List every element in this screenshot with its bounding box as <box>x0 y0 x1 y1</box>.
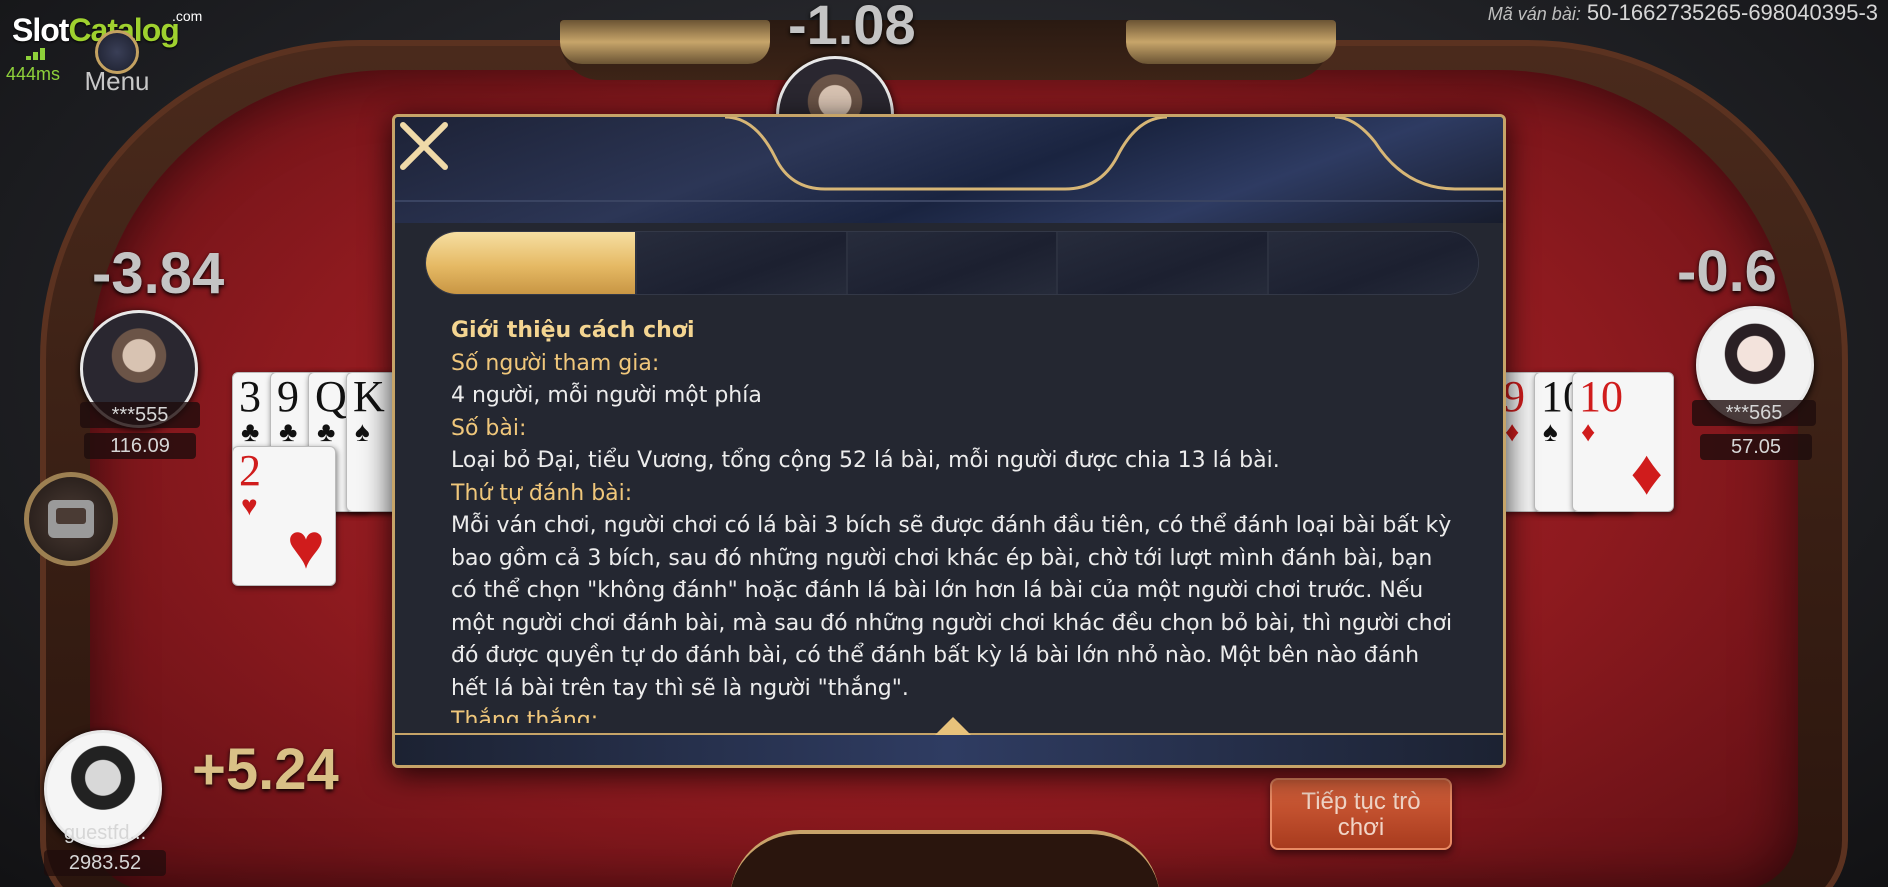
continue-label-line1: Tiếp tục trò <box>1301 788 1421 815</box>
round-id: Mã ván bài: 50-1662735265-698040395-3 <box>1488 0 1878 26</box>
player-top-score: -1.08 <box>788 0 916 56</box>
tab-5[interactable] <box>1269 232 1478 294</box>
player-left-balance: 116.09 <box>84 433 196 459</box>
card-rank: K <box>353 372 385 421</box>
close-icon[interactable] <box>395 117 453 175</box>
card-rank: 9 <box>277 372 299 421</box>
rules-modal: Giới thiệu cách chơi Số người tham gia: … <box>392 114 1506 768</box>
tab-3[interactable] <box>847 232 1059 294</box>
continue-label-line2: chơi <box>1337 814 1385 841</box>
card-suit-large: ♦ <box>1630 437 1663 508</box>
card-suit: ♣ <box>279 417 298 448</box>
card: 2 ♥ ♥ <box>232 446 336 586</box>
section-body-cards: Loại bỏ Đại, tiểu Vương, tổng cộng 52 lá… <box>451 448 1280 473</box>
player-right-name: ***565 <box>1692 400 1816 426</box>
section-heading-order: Thứ tự đánh bài: <box>451 480 633 506</box>
modal-header <box>395 117 1503 223</box>
table-bottom-ornament <box>730 830 1160 887</box>
card-suit: ♠ <box>355 417 370 448</box>
rules-text-scroll-area[interactable]: Giới thiệu cách chơi Số người tham gia: … <box>451 315 1461 723</box>
section-heading-players: Số người tham gia: <box>451 350 660 376</box>
card-suit: ♥ <box>241 491 258 522</box>
modal-tabs <box>425 231 1479 295</box>
section-body-order: Mỗi ván chơi, người chơi có lá bài 3 bíc… <box>451 513 1453 701</box>
player-me-score: +5.24 <box>192 737 339 802</box>
tab-4[interactable] <box>1058 232 1270 294</box>
tab-1[interactable] <box>426 232 637 294</box>
rules-title: Giới thiệu cách chơi <box>451 318 695 343</box>
ping-latency: 444ms <box>6 64 61 84</box>
card-rank: 3 <box>239 372 261 421</box>
card-suit: ♠ <box>1543 417 1558 448</box>
card-suit: ♦ <box>1505 417 1520 448</box>
brand-name-part1: Slot <box>12 12 69 48</box>
robot-icon <box>48 500 94 538</box>
brand-suffix: .com <box>172 8 203 24</box>
card-rank: 2 <box>239 446 261 495</box>
player-me-name: guestfd... <box>63 822 147 844</box>
gold-bracket-left <box>560 20 770 64</box>
auto-play-button[interactable] <box>24 472 118 566</box>
gold-bracket-right <box>1126 20 1336 64</box>
tab-2[interactable] <box>636 232 848 294</box>
modal-footer <box>395 717 1503 765</box>
card-suit-large: ♥ <box>287 511 325 582</box>
card: 10 ♦ ♦ <box>1572 372 1674 512</box>
card-rank: 10 <box>1579 372 1623 421</box>
card-rank: 9 <box>1503 372 1525 421</box>
section-body-players: 4 người, mỗi người một phía <box>451 383 762 408</box>
scroll-up-arrow-icon[interactable] <box>935 717 971 735</box>
card-suit: ♦ <box>1581 417 1596 448</box>
player-right-score: -0.6 <box>1677 239 1777 304</box>
card-suit: ♣ <box>241 417 260 448</box>
round-id-value: 50-1662735265-698040395-3 <box>1586 0 1878 25</box>
card-rank: Q <box>315 372 347 421</box>
continue-playing-button[interactable]: Tiếp tục trò chơi <box>1270 778 1452 850</box>
modal-header-frame <box>395 117 1503 202</box>
signal-icon <box>26 46 52 60</box>
player-left-name: ***555 <box>80 402 200 428</box>
player-right-balance: 57.05 <box>1700 434 1812 460</box>
section-heading-cards: Số bài: <box>451 415 527 441</box>
round-id-label: Mã ván bài: <box>1487 4 1581 24</box>
menu-label: Menu <box>84 66 150 96</box>
player-left-score: -3.84 <box>92 241 225 306</box>
menu-button[interactable]: Menu <box>76 30 158 100</box>
player-me-balance: 2983.52 <box>44 850 166 876</box>
card-suit: ♣ <box>317 417 336 448</box>
